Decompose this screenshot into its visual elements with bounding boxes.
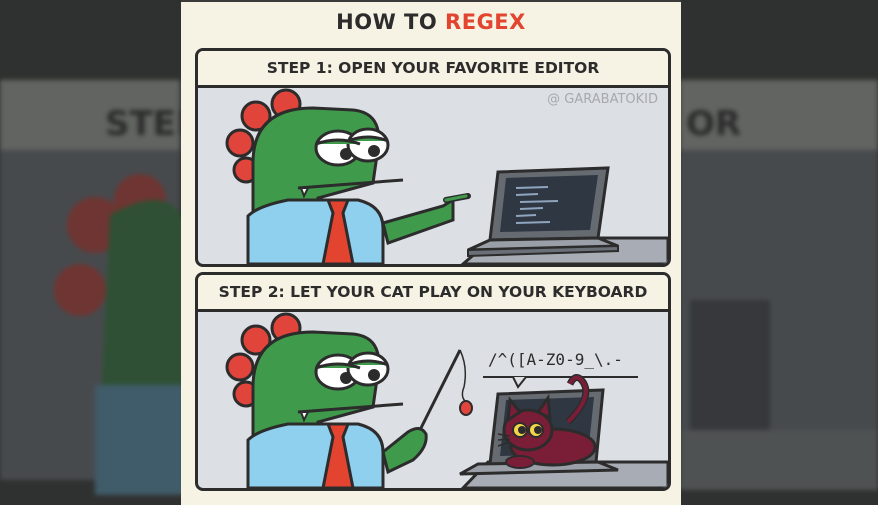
panel-2-scene: /^([A-Z0-9_\.- [198, 312, 668, 488]
title-prefix: HOW TO [336, 10, 438, 34]
toy-string [459, 349, 467, 403]
dino-character [225, 312, 473, 488]
watermark: @ GARABATOKID [547, 92, 658, 107]
panel-2-header: STEP 2: LET YOUR CAT PLAY ON YOUR KEYBOA… [198, 275, 668, 312]
panel-1-caption: STEP 1: OPEN YOUR FAVORITE EDITOR [266, 59, 600, 77]
toy-feather [459, 400, 473, 416]
panel-step-1: STEP 1: OPEN YOUR FAVORITE EDITOR @ GARA… [195, 48, 671, 267]
panel-1-illustration [225, 88, 668, 264]
blurred-background-left: STEP [0, 0, 182, 503]
laptop [467, 166, 619, 258]
dino-character [225, 88, 471, 264]
title-accent: REGEX [445, 10, 526, 34]
blurred-background-right: OR [680, 0, 878, 503]
panel-1-scene: @ GARABATOKID [198, 88, 668, 264]
panel-2-caption: STEP 2: LET YOUR CAT PLAY ON YOUR KEYBOA… [218, 283, 648, 301]
comic-title: HOW TO REGEX [181, 10, 681, 34]
panel-2-illustration [225, 312, 668, 488]
svg-text:OR: OR [686, 104, 741, 144]
comic-strip: HOW TO REGEX STEP 1: OPEN YOUR FAVORITE … [181, 0, 681, 505]
panel-1-header: STEP 1: OPEN YOUR FAVORITE EDITOR [198, 51, 668, 88]
toy-stick [418, 349, 462, 431]
svg-text:STEP: STEP [105, 104, 182, 144]
speech-text: /^([A-Z0-9_\.- [488, 350, 623, 369]
panel-step-2: STEP 2: LET YOUR CAT PLAY ON YOUR KEYBOA… [195, 272, 671, 491]
speech-bubble-tail [512, 376, 527, 389]
